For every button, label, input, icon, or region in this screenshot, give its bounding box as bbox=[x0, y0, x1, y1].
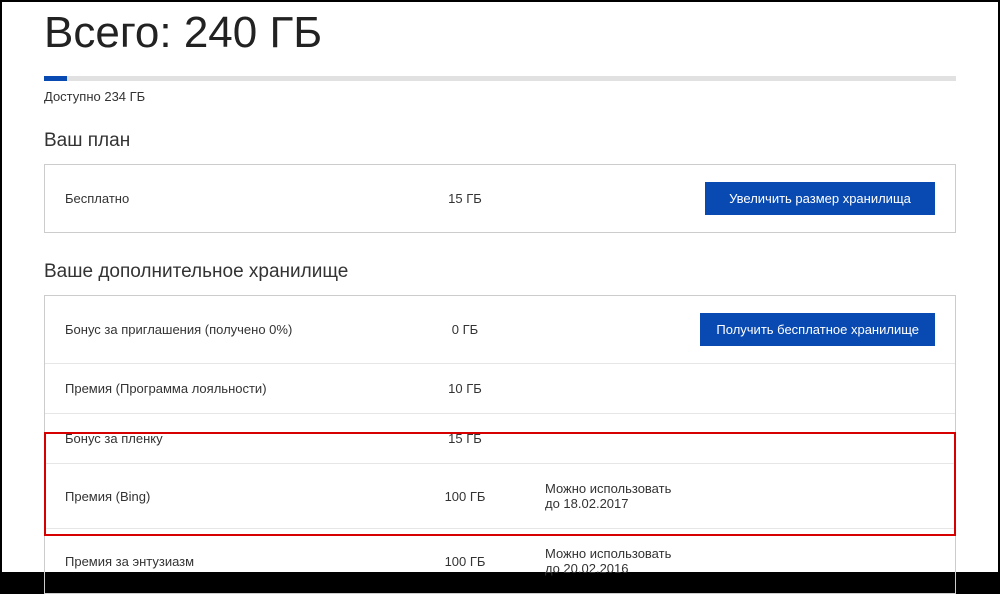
get-free-storage-button[interactable]: Получить бесплатное хранилище bbox=[700, 313, 935, 346]
increase-storage-button[interactable]: Увеличить размер хранилища bbox=[705, 182, 935, 215]
plan-row: Бесплатно 15 ГБ Увеличить размер хранили… bbox=[45, 165, 955, 232]
storage-page: Всего: 240 ГБ Доступно 234 ГБ Ваш план Б… bbox=[2, 2, 998, 572]
plan-box: Бесплатно 15 ГБ Увеличить размер хранили… bbox=[44, 164, 956, 233]
plan-name: Бесплатно bbox=[65, 191, 405, 206]
extra-action: Получить бесплатное хранилище bbox=[675, 313, 935, 346]
extra-row-referral: Бонус за приглашения (получено 0%) 0 ГБ … bbox=[45, 296, 955, 363]
plan-action: Увеличить размер хранилища bbox=[675, 182, 935, 215]
extra-row-loyalty: Премия (Программа лояльности) 10 ГБ bbox=[45, 363, 955, 413]
extra-box: Бонус за приглашения (получено 0%) 0 ГБ … bbox=[44, 295, 956, 594]
extra-heading: Ваше дополнительное хранилище bbox=[44, 261, 956, 283]
extra-size: 0 ГБ bbox=[405, 322, 525, 337]
extra-row-bing: Премия (Bing) 100 ГБ Можно использовать … bbox=[45, 463, 955, 528]
extra-name: Бонус за пленку bbox=[65, 431, 405, 446]
extra-row-enthusiast: Премия за энтузиазм 100 ГБ Можно использ… bbox=[45, 528, 955, 593]
plan-size: 15 ГБ bbox=[405, 191, 525, 206]
storage-progress-bar bbox=[44, 76, 956, 81]
extra-size: 100 ГБ bbox=[405, 554, 525, 569]
extra-note: Можно использовать до 20.02.2016 bbox=[525, 546, 675, 576]
extra-name: Премия (Bing) bbox=[65, 489, 405, 504]
available-text: Доступно 234 ГБ bbox=[44, 89, 956, 104]
extra-name: Премия (Программа лояльности) bbox=[65, 381, 405, 396]
plan-heading: Ваш план bbox=[44, 130, 956, 152]
extra-size: 100 ГБ bbox=[405, 489, 525, 504]
extra-row-cameraroll: Бонус за пленку 15 ГБ bbox=[45, 413, 955, 463]
extra-note: Можно использовать до 18.02.2017 bbox=[525, 481, 675, 511]
extra-size: 15 ГБ bbox=[405, 431, 525, 446]
storage-progress-fill bbox=[44, 76, 67, 81]
page-title: Всего: 240 ГБ bbox=[44, 8, 956, 58]
extra-size: 10 ГБ bbox=[405, 381, 525, 396]
extra-name: Бонус за приглашения (получено 0%) bbox=[65, 322, 405, 337]
extra-name: Премия за энтузиазм bbox=[65, 554, 405, 569]
